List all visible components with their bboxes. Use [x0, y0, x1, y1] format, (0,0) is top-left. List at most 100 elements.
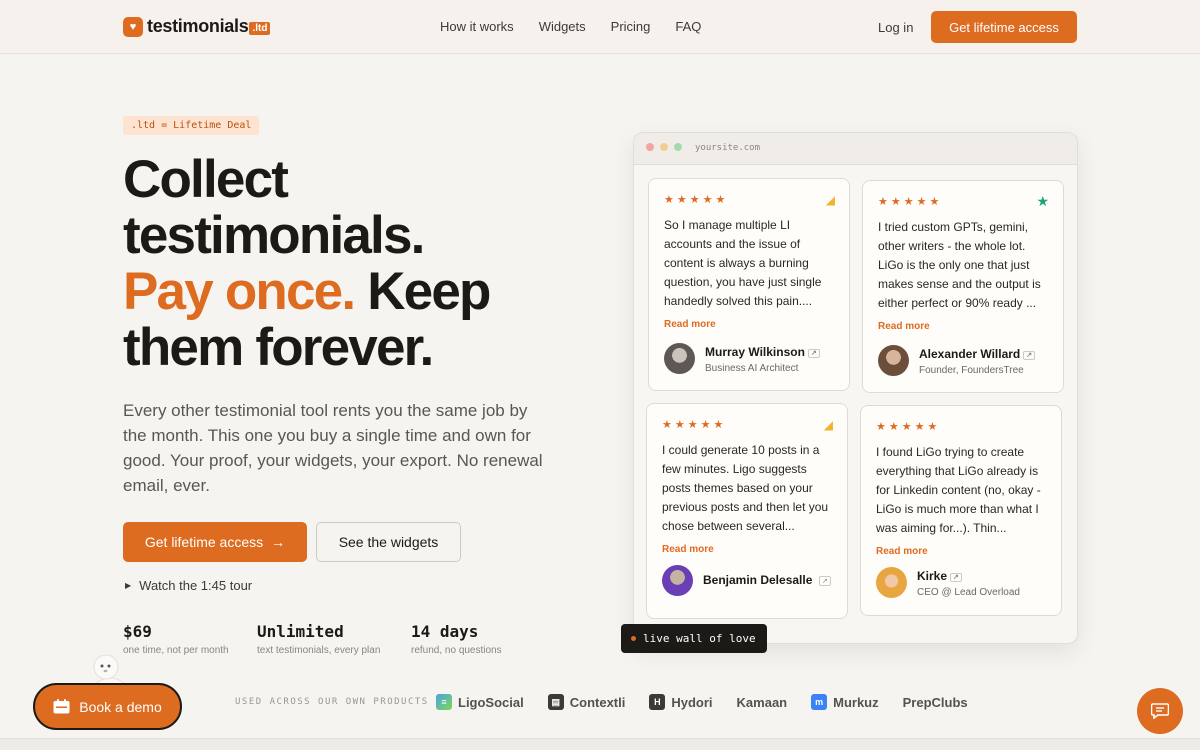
star-rating: ★★★★★	[876, 421, 941, 433]
footer-strip	[0, 738, 1200, 750]
read-more-link[interactable]: Read more	[878, 321, 1048, 332]
brand-name: PrepClubs	[902, 694, 968, 710]
maximize-dot-icon	[674, 143, 682, 151]
book-demo-button[interactable]: Book a demo	[33, 683, 182, 730]
testimonial-author: Murray Wilkinson ↗ Business AI Architect	[664, 343, 834, 374]
heading-line-4: them forever.	[123, 318, 434, 377]
brand-name: Kamaan	[736, 694, 788, 710]
stat-unlimited: Unlimited text testimonials, every plan	[257, 622, 380, 656]
hydori-logo-icon: H	[649, 694, 666, 710]
logo-badge: .ltd	[249, 22, 271, 35]
external-link-icon[interactable]: ↗	[1023, 350, 1036, 360]
live-wall-label: live wall of love	[643, 632, 756, 645]
testimonial-card[interactable]: ★★★★★ ◢ I could generate 10 posts in a f…	[646, 403, 848, 619]
author-role: CEO @ Lead Overload	[917, 586, 1020, 598]
nav-cta-button[interactable]: Get lifetime access	[931, 11, 1077, 43]
stat-label: refund, no questions	[411, 645, 502, 656]
author-name: Murray Wilkinson	[705, 344, 805, 359]
play-icon: ▶	[125, 581, 132, 590]
testimonial-author: Kirke ↗ CEO @ Lead Overload	[876, 567, 1046, 598]
murkuz-logo-icon: m	[811, 694, 828, 710]
browser-url: yoursite.com	[695, 143, 761, 153]
top-nav: ♥ testimonials .ltd How it works Widgets…	[0, 0, 1200, 54]
calendar-icon	[53, 699, 70, 714]
nav-link-faq[interactable]: FAQ	[675, 19, 701, 34]
book-demo-label: Book a demo	[79, 698, 162, 715]
stat-label: one time, not per month	[123, 645, 229, 656]
avatar	[878, 345, 909, 376]
testimonial-card[interactable]: ★★★★★ ◢ So I manage multiple LI accounts…	[648, 178, 850, 391]
brand-prepclubs[interactable]: PrepClubs	[903, 694, 968, 710]
testimonial-author: Alexander Willard ↗ Founder, FoundersTree	[878, 345, 1048, 376]
author-name: Kirke	[917, 568, 948, 583]
nav-link-how-it-works[interactable]: How it works	[440, 19, 514, 34]
product-logos: ≡ LigoSocial ▤ Contextli H Hydori Kamaan…	[436, 694, 968, 710]
stat-price: $69 one time, not per month	[123, 622, 229, 656]
testimonial-quote: I found LiGo trying to create everything…	[876, 445, 1041, 535]
stat-value: Unlimited	[257, 622, 344, 641]
testimonial-quote: I tried custom GPTs, gemini, other write…	[878, 220, 1041, 310]
browser-bar: yoursite.com	[634, 133, 1077, 165]
avatar	[664, 343, 695, 374]
brand-hydori[interactable]: H Hydori	[649, 694, 713, 710]
author-role: Business AI Architect	[705, 362, 799, 374]
avatar	[662, 565, 693, 596]
browser-mockup: yoursite.com ★★★★★ ◢ So I manage multipl…	[633, 132, 1078, 644]
brand-murkuz[interactable]: m Murkuz	[811, 694, 879, 710]
brand-name: Hydori	[671, 694, 713, 710]
external-link-icon[interactable]: ↗	[807, 348, 820, 358]
used-across-label: USED ACROSS OUR OWN PRODUCTS	[235, 697, 429, 707]
external-link-icon[interactable]: ↗	[950, 572, 962, 582]
heading-line-2: testimonials.	[123, 206, 425, 265]
testimonial-card[interactable]: ★★★★★ I found LiGo trying to create ever…	[860, 405, 1062, 616]
lifetime-deal-pill: .ltd = Lifetime Deal	[123, 116, 260, 135]
nav-links: How it works Widgets Pricing FAQ	[440, 19, 701, 34]
nav-link-pricing[interactable]: Pricing	[611, 19, 651, 34]
read-more-link[interactable]: Read more	[876, 546, 1046, 557]
star-rating: ★★★★★	[662, 419, 727, 431]
logo[interactable]: ♥ testimonials .ltd	[123, 16, 271, 37]
testimonial-quote: So I manage multiple LI accounts and the…	[664, 218, 822, 308]
brand-name: LigoSocial	[458, 694, 524, 710]
heart-logo-icon: ♥	[123, 16, 143, 37]
author-role: Founder, FoundersTree	[919, 364, 1024, 376]
brand-ligosocial[interactable]: ≡ LigoSocial	[436, 694, 524, 710]
cheese-wedge-icon: ◢	[825, 193, 835, 207]
testimonial-author: Benjamin Delesalle ↗	[662, 565, 832, 596]
star-rating: ★★★★★	[664, 194, 729, 206]
logo-text: testimonials	[147, 16, 249, 36]
brand-kamaan[interactable]: Kamaan	[737, 694, 788, 710]
ligosocial-logo-icon: ≡	[436, 694, 452, 710]
testimonial-quote: I could generate 10 posts in a few minut…	[662, 443, 829, 533]
watch-tour-link[interactable]: ▶ Watch the 1:45 tour	[125, 578, 252, 593]
stat-label: text testimonials, every plan	[257, 645, 381, 656]
tour-label: Watch the 1:45 tour	[139, 578, 253, 593]
brand-name: Contextli	[569, 694, 626, 710]
hero-heading: Collect testimonials. Pay once. Keep the…	[123, 152, 603, 376]
chat-widget-button[interactable]	[1137, 688, 1183, 734]
chat-icon	[1151, 703, 1169, 719]
green-star-icon: ★	[1036, 193, 1049, 209]
live-dot-icon	[631, 636, 636, 641]
read-more-link[interactable]: Read more	[664, 319, 834, 330]
nav-link-widgets[interactable]: Widgets	[539, 19, 586, 34]
get-lifetime-access-button[interactable]: Get lifetime access →	[123, 522, 307, 562]
brand-contextli[interactable]: ▤ Contextli	[547, 694, 626, 710]
minimize-dot-icon	[660, 143, 668, 151]
close-dot-icon	[646, 143, 654, 151]
author-name: Benjamin Delesalle	[703, 573, 813, 587]
read-more-link[interactable]: Read more	[662, 544, 832, 555]
star-rating: ★★★★★	[878, 196, 943, 208]
hero-description: Every other testimonial tool rents you t…	[123, 401, 543, 495]
arrow-right-icon: →	[271, 534, 286, 550]
login-link[interactable]: Log in	[878, 20, 913, 35]
testimonial-card[interactable]: ★★★★★ ★ I tried custom GPTs, gemini, oth…	[862, 180, 1064, 393]
heading-accent: Pay once.	[123, 262, 356, 321]
external-link-icon[interactable]: ↗	[819, 575, 831, 586]
contextli-logo-icon: ▤	[547, 694, 564, 710]
see-widgets-button[interactable]: See the widgets	[316, 522, 461, 562]
heading-line-3: Keep	[354, 262, 491, 321]
stat-value: $69	[123, 622, 152, 641]
heading-line-1: Collect	[123, 150, 289, 209]
brand-name: Murkuz	[833, 694, 879, 710]
